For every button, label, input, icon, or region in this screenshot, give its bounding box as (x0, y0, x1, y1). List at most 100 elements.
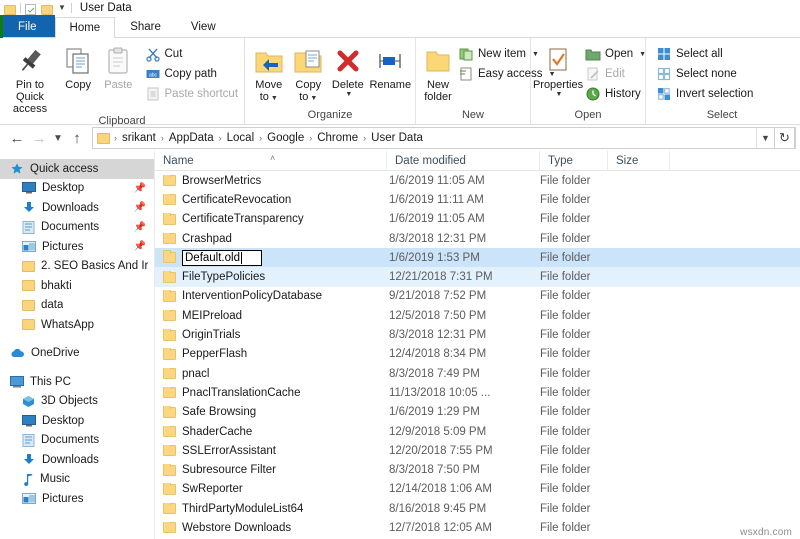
refresh-icon[interactable]: ↻ (775, 127, 795, 149)
delete-caret-icon[interactable]: ▼ (345, 91, 352, 98)
paste-shortcut-button[interactable]: Paste shortcut (143, 85, 243, 103)
up-arrow-icon[interactable]: ↑ (66, 127, 88, 149)
pin-icon[interactable]: 📌 (134, 241, 146, 252)
copy-path-button[interactable]: abc Copy path (143, 65, 243, 83)
sidebar-item-this-pc[interactable]: This PC (0, 372, 154, 392)
file-name-cell[interactable]: CertificateRevocation (155, 193, 387, 206)
table-row[interactable]: Default.old 1/6/2019 1:53 PM File folder (155, 248, 800, 268)
tab-file[interactable]: File (0, 15, 55, 37)
breadcrumb-chrome[interactable]: Chrome (314, 132, 361, 144)
file-name-cell[interactable]: BrowserMetrics (155, 174, 387, 187)
sidebar-item-onedrive[interactable]: OneDrive (0, 344, 154, 364)
breadcrumb-bar[interactable]: › srikant › AppData › Local › Google › C… (92, 127, 775, 149)
sidebar-item-data[interactable]: data (0, 296, 154, 316)
table-row[interactable]: CertificateRevocation 1/6/2019 11:11 AM Fi… (155, 190, 800, 209)
file-name-cell[interactable]: pnacl (155, 367, 387, 380)
table-row[interactable]: ShaderCache 12/9/2018 5:09 PM File folder (155, 422, 800, 441)
tab-view[interactable]: View (176, 16, 231, 37)
breadcrumb-srikant[interactable]: srikant (119, 132, 159, 144)
select-all-button[interactable]: Select all (654, 45, 757, 63)
sidebar-item-documents[interactable]: Documents 📌 (0, 218, 154, 238)
cut-button[interactable]: Cut (143, 45, 243, 63)
file-name-cell[interactable]: SwReporter (155, 483, 387, 495)
pin-to-quick-access-button[interactable]: Pin to Quick access (2, 42, 58, 115)
qat-customize-dropdown-icon[interactable]: ▼ (57, 4, 67, 12)
tab-share[interactable]: Share (115, 16, 176, 37)
pin-icon[interactable]: 📌 (134, 222, 146, 233)
recent-locations-icon[interactable]: ▼ (50, 127, 66, 149)
pin-icon[interactable]: 📌 (134, 183, 146, 194)
tab-home[interactable]: Home (54, 17, 116, 38)
open-button[interactable]: Open ▼ (583, 45, 650, 63)
back-arrow-icon[interactable]: ← (6, 127, 28, 149)
sidebar-item-3d-objects[interactable]: 3D Objects (0, 392, 154, 412)
column-header-date-modified[interactable]: Date modified (387, 151, 540, 171)
table-row[interactable]: InterventionPolicyDatabase 9/21/2018 7:52… (155, 287, 800, 306)
search-input[interactable] (795, 127, 796, 149)
move-to-button[interactable]: Move to ▼ (249, 42, 289, 105)
file-name-cell[interactable]: PepperFlash (155, 348, 387, 360)
file-name-cell[interactable]: Webstore Downloads (155, 521, 387, 534)
address-dropdown-icon[interactable]: ▼ (756, 128, 774, 148)
forward-arrow-icon[interactable]: → (28, 127, 50, 149)
sidebar-item-downloads[interactable]: Downloads 📌 (0, 198, 154, 218)
edit-button[interactable]: Edit (583, 65, 650, 83)
copy-button[interactable]: Copy (58, 42, 98, 91)
sidebar-item-music[interactable]: Music (0, 470, 154, 490)
breadcrumb-local[interactable]: Local (224, 132, 258, 144)
new-folder-button[interactable]: New folder (422, 42, 454, 103)
table-row[interactable]: BrowserMetrics 1/6/2019 11:05 AM File fold… (155, 171, 800, 190)
table-row[interactable]: Crashpad 8/3/2018 12:31 PM File folder (155, 229, 800, 248)
qat-folder-icon[interactable] (4, 3, 16, 15)
table-row[interactable]: MEIPreload 12/5/2018 7:50 PM File folder (155, 306, 800, 325)
column-header-size[interactable]: Size (608, 151, 670, 171)
sidebar-item-pc-desktop[interactable]: Desktop (0, 411, 154, 431)
file-name-cell[interactable]: Crashpad (155, 232, 387, 245)
column-header-name[interactable]: Name ˄ (155, 151, 387, 171)
sidebar-item-pictures[interactable]: Pictures 📌 (0, 237, 154, 257)
properties-caret-icon[interactable]: ▼ (556, 91, 563, 98)
table-row[interactable]: Subresource Filter 8/3/2018 7:50 PM File f… (155, 460, 800, 479)
qat-new-folder-icon[interactable] (41, 3, 53, 15)
qat-properties-check-icon[interactable] (25, 3, 37, 15)
table-row[interactable]: ThirdPartyModuleList64 8/16/2018 9:45 PM F… (155, 499, 800, 518)
file-name-cell[interactable]: CertificateTransparency (155, 213, 387, 225)
file-name-cell[interactable]: Safe Browsing (155, 406, 387, 418)
sidebar-item-quick-access[interactable]: Quick access (0, 159, 154, 179)
breadcrumb-appdata[interactable]: AppData (166, 132, 217, 144)
table-row[interactable]: Safe Browsing 1/6/2019 1:29 PM File folder (155, 403, 800, 422)
delete-button[interactable]: Delete ▼ (328, 42, 368, 98)
table-row[interactable]: Webstore Downloads 12/7/2018 12:05 AM File… (155, 518, 800, 537)
invert-selection-button[interactable]: Invert selection (654, 85, 757, 103)
table-row[interactable]: CertificateTransparency 1/6/2019 11:05 AM… (155, 210, 800, 229)
table-row[interactable]: OriginTrials 8/3/2018 12:31 PM File folder (155, 325, 800, 344)
paste-button[interactable]: Paste (98, 42, 138, 91)
breadcrumb-google[interactable]: Google (264, 132, 307, 144)
file-name-cell[interactable]: SSLErrorAssistant (155, 444, 387, 457)
file-name-cell[interactable]: OriginTrials (155, 329, 387, 341)
pin-icon[interactable]: 📌 (134, 202, 146, 213)
table-row[interactable]: FileTypePolicies 12/21/2018 7:31 PM File f… (155, 267, 800, 287)
sidebar-item-pc-downloads[interactable]: Downloads (0, 450, 154, 470)
file-name-cell[interactable]: InterventionPolicyDatabase (155, 290, 387, 302)
table-row[interactable]: pnacl 8/3/2018 7:49 PM File folder (155, 364, 800, 383)
sidebar-item-whatsapp[interactable]: WhatsApp (0, 315, 154, 335)
table-row[interactable]: SwReporter 12/14/2018 1:06 AM File folder (155, 480, 800, 499)
table-row[interactable]: SSLErrorAssistant 12/20/2018 7:55 PM File … (155, 441, 800, 460)
select-none-button[interactable]: Select none (654, 65, 757, 83)
rename-button[interactable]: Rename (368, 42, 413, 91)
table-row[interactable]: PnaclTranslationCache 11/13/2018 10:05 ..… (155, 383, 800, 402)
copy-to-button[interactable]: Copy to ▼ (289, 42, 329, 105)
file-name-cell[interactable]: Subresource Filter (155, 464, 387, 476)
file-name-cell[interactable]: PnaclTranslationCache (155, 386, 387, 399)
file-name-cell[interactable]: FileTypePolicies (155, 271, 387, 283)
table-row[interactable]: PepperFlash 12/4/2018 8:34 PM File folder (155, 345, 800, 364)
file-name-cell[interactable]: ThirdPartyModuleList64 (155, 502, 387, 515)
sidebar-item-bhakti[interactable]: bhakti (0, 276, 154, 296)
sidebar-item-seo-basics[interactable]: 2. SEO Basics And Ir (0, 257, 154, 277)
properties-button[interactable]: Properties ▼ (533, 42, 583, 98)
sidebar-item-pc-documents[interactable]: Documents (0, 431, 154, 451)
file-name-cell[interactable]: MEIPreload (155, 309, 387, 322)
column-header-type[interactable]: Type (540, 151, 608, 171)
sidebar-item-pc-pictures[interactable]: Pictures (0, 489, 154, 509)
